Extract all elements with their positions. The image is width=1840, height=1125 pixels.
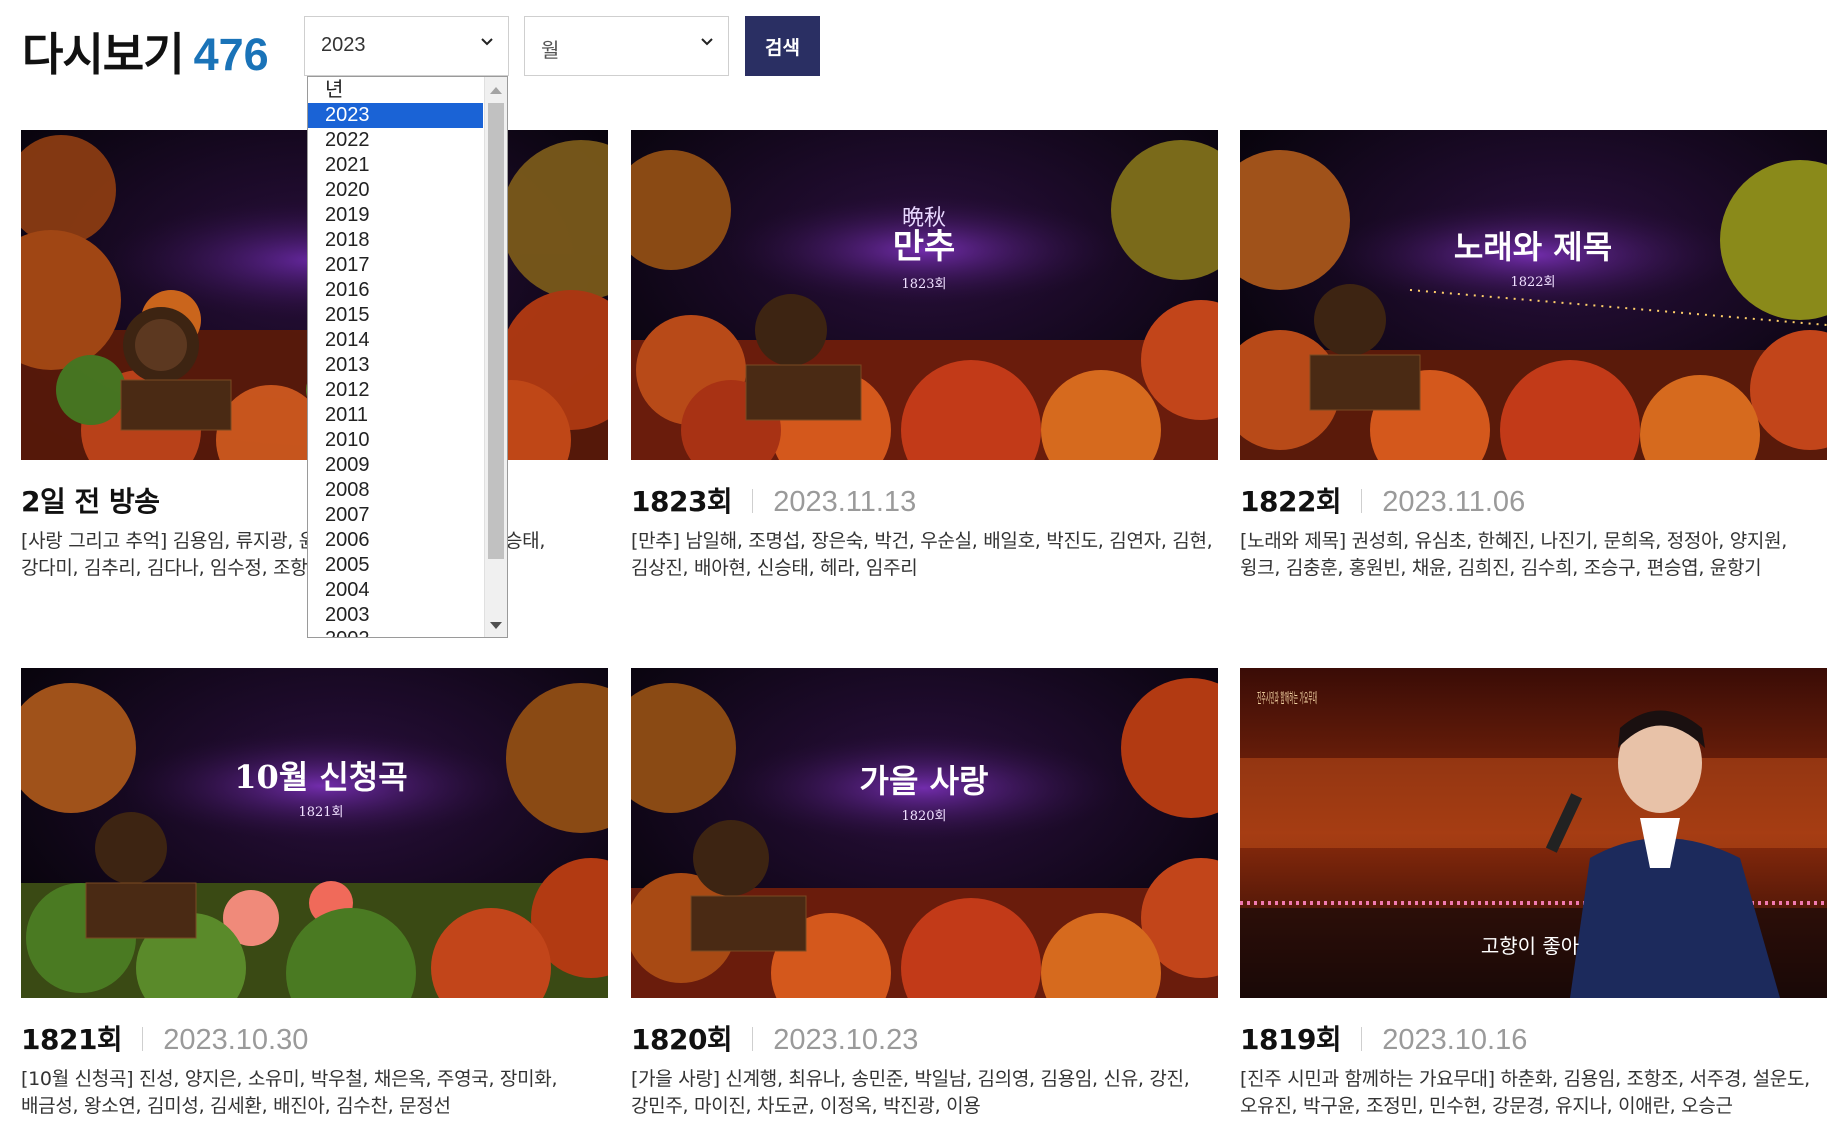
thumbnail-title: 가을 사랑 — [860, 762, 989, 800]
episode-thumbnail[interactable]: 노래와 제목 1822회 — [1240, 130, 1827, 460]
thumbnail-subtitle: 1822회 — [1510, 275, 1555, 290]
year-dropdown-list[interactable]: 년 2023 2022 2021 2020 2019 2018 2017 2016 2015 201… — [307, 76, 508, 638]
episode-description: [진주 시민과 함께하는 가요무대] 하춘화, 김용임, 조항조, 서주경, 설… — [1240, 1068, 1810, 1117]
year-option[interactable]: 2014 — [308, 328, 483, 353]
separator — [1361, 1027, 1363, 1051]
year-option[interactable]: 2018 — [308, 228, 483, 253]
episode-description: [가을 사랑] 신계행, 최유나, 송민준, 박일남, 김의영, 김용임, 신유… — [631, 1068, 1190, 1117]
episode-description: [노래와 제목] 권성희, 유심초, 한혜진, 나진기, 문희옥, 정정아, 양… — [1240, 530, 1788, 579]
chevron-down-icon — [701, 38, 713, 46]
episode-card[interactable]: 10월 신청곡 1821회 1821회 2023.10.30 [10월 신청곡] … — [21, 668, 608, 1117]
year-option[interactable]: 2011 — [308, 403, 483, 428]
separator — [142, 1027, 144, 1051]
year-option[interactable]: 2009 — [308, 453, 483, 478]
year-select-value: 2023 — [321, 34, 366, 56]
thumbnail-title: 10월 신청곡 — [234, 758, 407, 796]
year-option[interactable]: 2023 — [308, 103, 483, 128]
episode-title[interactable]: 1819회 — [1240, 1023, 1342, 1056]
chevron-down-icon — [481, 38, 493, 46]
episode-thumbnail[interactable]: 10월 신청곡 1821회 — [21, 668, 608, 998]
episode-description: [만추] 남일해, 조명섭, 장은숙, 박건, 우순실, 배일호, 박진도, 김… — [631, 530, 1213, 579]
episode-date: 2023.11.13 — [773, 486, 917, 518]
episode-thumbnail[interactable]: 가을 사랑 1820회 — [631, 668, 1218, 998]
scroll-up-arrow-icon[interactable] — [490, 87, 502, 94]
year-option[interactable]: 2007 — [308, 503, 483, 528]
month-select[interactable]: 월 — [524, 16, 729, 76]
search-button[interactable]: 검색 — [745, 16, 820, 76]
episode-date: 2023.10.23 — [773, 1024, 919, 1056]
year-option[interactable]: 2013 — [308, 353, 483, 378]
year-option[interactable]: 2021 — [308, 153, 483, 178]
episode-description: [10월 신청곡] 진성, 양지은, 소유미, 박우철, 채은옥, 주영국, 장… — [21, 1068, 558, 1117]
episode-title[interactable]: 2일 전 방송 — [21, 485, 160, 518]
episode-title[interactable]: 1820회 — [631, 1023, 733, 1056]
episode-title[interactable]: 1822회 — [1240, 485, 1342, 518]
year-option[interactable]: 년 — [308, 78, 483, 103]
thumbnail-logo: 진주시민과 함께하는 가요무대 — [1257, 691, 1317, 707]
year-option[interactable]: 2004 — [308, 578, 483, 603]
separator — [1361, 489, 1363, 513]
thumbnail-subtitle: 1820회 — [901, 809, 946, 824]
episode-date: 2023.10.16 — [1382, 1024, 1528, 1056]
episode-date: 2023.10.30 — [163, 1024, 309, 1056]
scroll-down-arrow-icon[interactable] — [490, 622, 502, 629]
thumbnail-subtitle: 1823회 — [901, 277, 946, 292]
month-select-value: 월 — [541, 40, 560, 62]
page-title: 다시보기 476 — [22, 18, 269, 83]
year-option[interactable]: 2010 — [308, 428, 483, 453]
year-option[interactable]: 2019 — [308, 203, 483, 228]
year-option[interactable]: 2002 — [308, 628, 483, 637]
episode-thumbnail[interactable]: 진주시민과 함께하는 가요무대 고향이 좋아 — [1240, 668, 1827, 998]
year-option[interactable]: 2015 — [308, 303, 483, 328]
year-option[interactable]: 2020 — [308, 178, 483, 203]
separator — [752, 489, 754, 513]
episode-card[interactable]: 진주시민과 함께하는 가요무대 고향이 좋아 1819회 2023.10.16 [… — [1240, 668, 1827, 1117]
year-option[interactable]: 2012 — [308, 378, 483, 403]
thumbnail-caption: 고향이 좋아 — [1481, 934, 1579, 958]
year-option[interactable]: 2005 — [308, 553, 483, 578]
page-title-text: 다시보기 — [22, 28, 185, 81]
total-count: 476 — [193, 29, 269, 80]
thumbnail-title: 만추 — [893, 227, 956, 267]
thumbnail-subtitle: 1821회 — [298, 805, 343, 820]
year-option[interactable]: 2003 — [308, 603, 483, 628]
year-option[interactable]: 2017 — [308, 253, 483, 278]
scroll-thumb[interactable] — [488, 103, 504, 559]
episode-card[interactable]: 가을 사랑 1820회 1820회 2023.10.23 [가을 사랑] 신계행,… — [631, 668, 1218, 1117]
episode-title[interactable]: 1823회 — [631, 485, 733, 518]
year-option[interactable]: 2022 — [308, 128, 483, 153]
episode-date: 2023.11.06 — [1382, 486, 1526, 518]
year-option[interactable]: 2006 — [308, 528, 483, 553]
year-select[interactable]: 2023 — [304, 16, 509, 76]
dropdown-scrollbar[interactable] — [484, 77, 507, 637]
episode-card[interactable]: 노래와 제목 1822회 1822회 2023.11.06 [노래와 제목] 권성… — [1240, 130, 1827, 579]
episode-thumbnail[interactable]: 晩秋 만추 1823회 — [631, 130, 1218, 460]
year-option[interactable]: 2008 — [308, 478, 483, 503]
episode-card[interactable]: 晩秋 만추 1823회 1823회 2023.11.13 [만추] 남일해, 조명… — [631, 130, 1218, 579]
separator — [752, 1027, 754, 1051]
year-option[interactable]: 2016 — [308, 278, 483, 303]
episode-title[interactable]: 1821회 — [21, 1023, 123, 1056]
thumbnail-title: 노래와 제목 — [1454, 228, 1612, 266]
